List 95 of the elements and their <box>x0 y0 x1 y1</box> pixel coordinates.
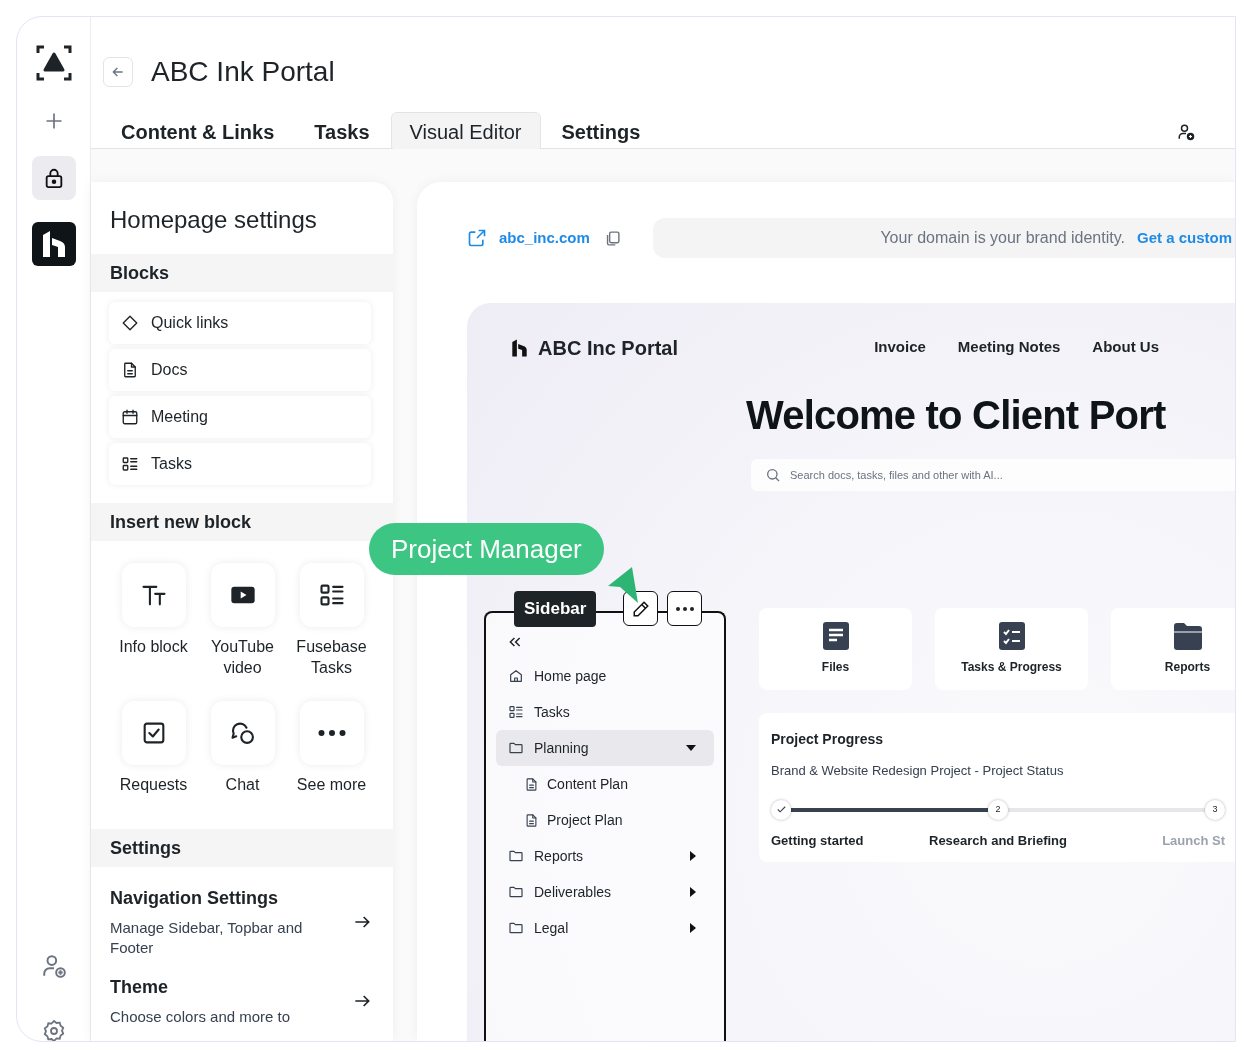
app-logo-button[interactable] <box>31 222 76 266</box>
document-icon <box>524 776 539 792</box>
check-icon <box>775 804 787 815</box>
caret-right-icon <box>690 851 696 861</box>
sidebar-item[interactable]: Project Plan <box>496 802 714 838</box>
back-button[interactable] <box>103 57 133 87</box>
sidebar-item[interactable]: Planning <box>496 730 714 766</box>
external-link-icon[interactable] <box>467 228 487 248</box>
folder-icon <box>508 920 524 936</box>
banner-text: Your domain is your brand identity. <box>880 228 1125 248</box>
block-item[interactable]: Quick links <box>109 302 371 344</box>
sidebar-item[interactable]: Deliverables <box>496 874 714 910</box>
task-list-icon <box>508 704 524 720</box>
setting-title: Theme <box>110 976 170 999</box>
lock-button[interactable] <box>31 156 76 200</box>
shortcut-card[interactable]: Files <box>759 608 912 690</box>
progress-subtitle: Brand & Website Redesign Project - Project Status <box>771 762 1065 780</box>
step-label: Research and Briefing <box>929 831 1067 850</box>
folder-icon <box>508 740 524 756</box>
block-item[interactable]: Docs <box>109 349 371 391</box>
role-badge: Project Manager <box>369 523 604 575</box>
step-label: Launch St <box>1162 831 1225 850</box>
sidebar-item[interactable]: Legal <box>496 910 714 946</box>
block-tile[interactable] <box>121 701 186 765</box>
step-label: Getting started <box>771 831 864 850</box>
collapse-icon[interactable] <box>508 635 522 649</box>
document-icon <box>524 812 539 828</box>
nav-link[interactable]: About Us <box>1092 336 1159 359</box>
step-marker: 3 <box>1205 799 1225 820</box>
tab[interactable]: Content & Links <box>102 112 294 152</box>
block-tile[interactable] <box>299 701 364 765</box>
caret-right-icon <box>690 887 696 897</box>
block-item[interactable]: Meeting <box>109 396 371 438</box>
settings-icon[interactable] <box>41 1019 66 1041</box>
home-icon <box>508 668 524 684</box>
tile-label: Requests <box>119 775 188 795</box>
task-list-icon <box>121 455 139 473</box>
tile-label: YouTube video <box>210 637 275 678</box>
step-marker: 2 <box>988 799 1008 820</box>
sidebar-item[interactable]: Home page <box>496 658 714 694</box>
sidebar-item[interactable]: Content Plan <box>496 766 714 802</box>
tab[interactable]: Settings <box>542 112 660 152</box>
sidebar-item[interactable]: Tasks <box>496 694 714 730</box>
folder-icon <box>508 884 524 900</box>
logo-icon[interactable] <box>35 45 72 81</box>
block-tile[interactable] <box>210 563 275 627</box>
block-item[interactable]: Tasks <box>109 443 371 485</box>
block-tile[interactable] <box>121 563 186 627</box>
diamond-icon <box>121 314 139 332</box>
more-button[interactable] <box>667 591 702 626</box>
building-logo-icon <box>40 230 67 258</box>
progress-title: Project Progress <box>771 730 885 749</box>
checklist-icon <box>998 622 1025 650</box>
panel-title: Homepage settings <box>109 205 318 235</box>
section-heading: Blocks <box>91 254 393 292</box>
section-heading: Settings <box>91 829 393 867</box>
block-tile[interactable] <box>299 563 364 627</box>
pencil-icon <box>631 599 650 618</box>
tile-label: Chat <box>225 775 260 795</box>
caret-down-icon <box>686 745 696 751</box>
shortcut-card[interactable]: Reports <box>1111 608 1235 690</box>
search-input[interactable]: Search docs, tasks, files and other with AI... <box>790 466 1235 484</box>
cursor-icon <box>608 567 640 603</box>
shortcut-card[interactable]: Tasks & Progress <box>935 608 1088 690</box>
tile-label: See more <box>296 775 367 795</box>
folder-icon <box>1173 622 1202 650</box>
setting-description: Manage Sidebar, Topbar and Footer <box>110 918 304 958</box>
document-icon <box>121 361 139 379</box>
setting-description: Choose colors and more to <box>110 1007 292 1027</box>
tile-label: Fusebase Tasks <box>295 637 368 678</box>
block-tile[interactable] <box>210 701 275 765</box>
document-icon <box>822 622 849 650</box>
section-heading: Insert new block <box>91 503 393 541</box>
tab[interactable]: Tasks <box>295 112 389 152</box>
more-icon <box>674 606 695 611</box>
page-title: ABC Ink Portal <box>151 55 335 89</box>
add-user-icon[interactable] <box>1177 123 1195 141</box>
search-field[interactable]: Search docs, tasks, files and other with AI... <box>751 459 1235 491</box>
caret-right-icon <box>690 923 696 933</box>
site-name: ABC Inc Portal <box>538 335 679 361</box>
more-icon <box>317 730 346 736</box>
nav-link[interactable]: Invoice <box>874 336 926 359</box>
nav-link[interactable]: Meeting Notes <box>957 336 1061 359</box>
building-logo-icon <box>511 337 528 358</box>
sidebar-item[interactable]: Reports <box>496 838 714 874</box>
tile-label: Info block <box>119 637 188 657</box>
calendar-icon <box>121 408 139 426</box>
edit-button[interactable] <box>623 591 658 626</box>
domain-link[interactable]: abc_inc.com <box>499 226 590 250</box>
setting-title: Navigation Settings <box>110 887 280 910</box>
tab[interactable]: Visual Editor <box>390 112 541 152</box>
folder-icon <box>508 848 524 864</box>
sidebar-label: Sidebar <box>514 591 597 627</box>
welcome-heading: Welcome to Client Port <box>745 392 1167 439</box>
search-icon <box>765 467 781 483</box>
